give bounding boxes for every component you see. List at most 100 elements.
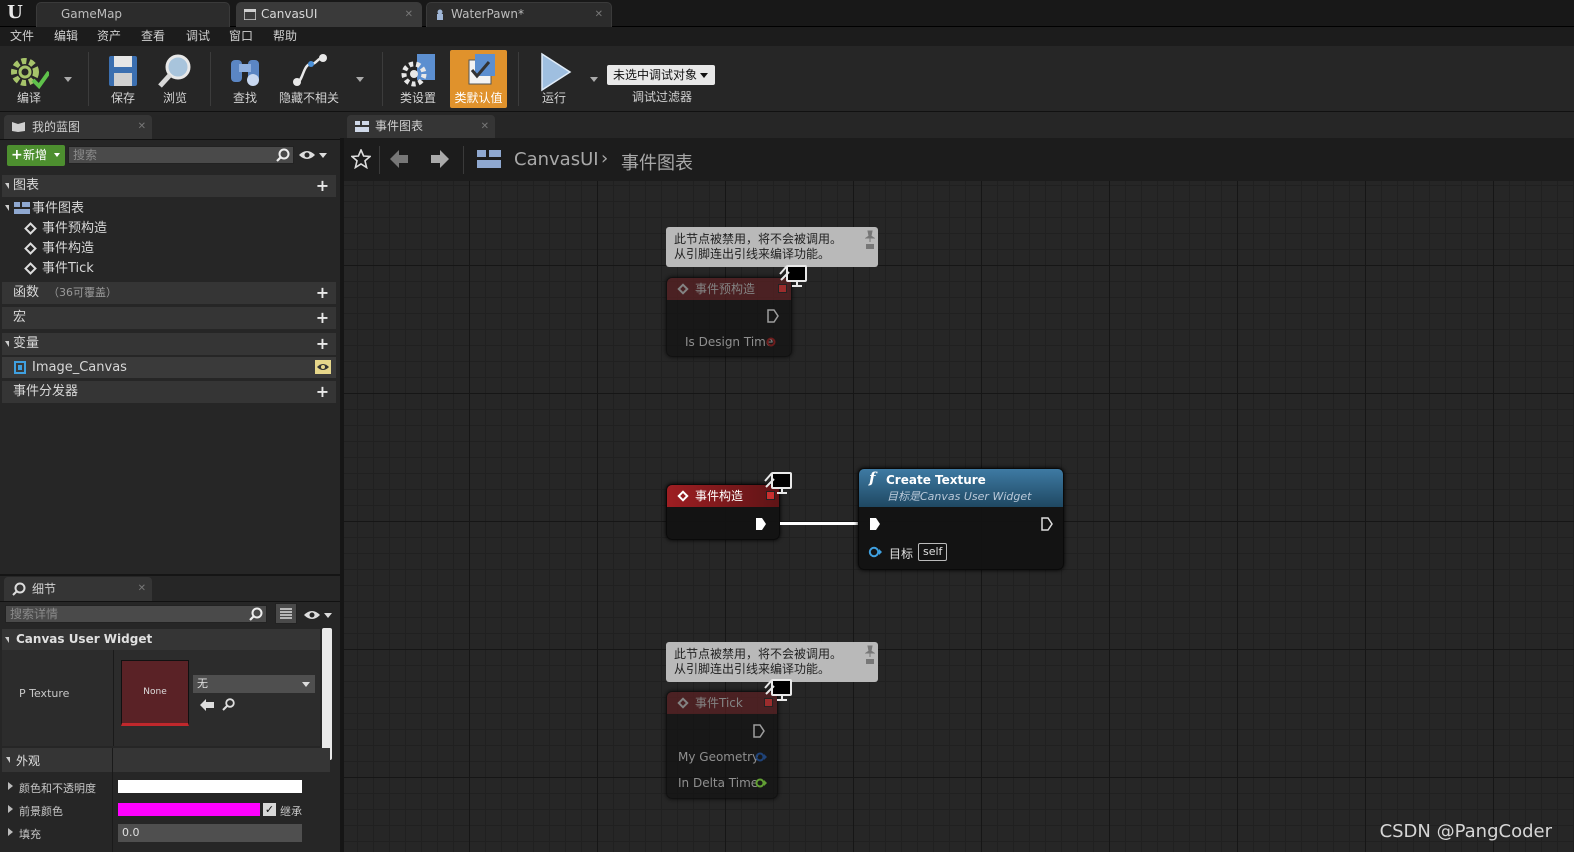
graphs-header-label: 图表 [13,178,40,193]
exec-output-pin-icon[interactable] [753,724,765,738]
menu-debug[interactable]: 调试 [186,28,210,45]
visibility-eye-icon[interactable] [298,149,316,161]
variables-section-header[interactable]: 变量 + [2,333,336,355]
exec-wire[interactable] [780,522,858,525]
texture-thumbnail[interactable]: None [121,660,189,726]
hide-unrelated-dropdown-icon[interactable] [356,77,364,82]
add-dispatcher-plus-icon[interactable]: + [315,384,330,400]
float-output-pin-icon[interactable] [755,778,767,788]
class-settings-button[interactable]: 类设置 [392,50,444,108]
exec-output-pin-icon[interactable] [755,517,767,531]
compile-dropdown-icon[interactable] [64,77,72,82]
pin-comment-icon[interactable] [865,230,875,250]
menu-help[interactable]: 帮助 [273,28,297,45]
exec-output-pin-icon[interactable] [1041,517,1053,531]
color-opacity-swatch[interactable] [118,780,302,793]
event-item-construct[interactable]: 事件构造 [42,240,94,258]
menu-edit[interactable]: 编辑 [54,28,78,45]
appearance-category[interactable]: 外观 [2,748,330,772]
class-defaults-button[interactable]: 类默认值 [450,50,507,108]
property-matrix-button[interactable] [275,603,297,624]
details-scrollbar[interactable] [322,628,332,760]
tab-canvasui[interactable]: CanvasUI ✕ [236,2,422,27]
menu-file[interactable]: 文件 [10,28,34,45]
visibility-eye-icon[interactable] [303,609,321,621]
browse-asset-magnifier-icon[interactable] [222,698,235,711]
unreal-logo-icon[interactable]: U [4,2,26,24]
struct-output-pin-icon[interactable] [755,752,767,762]
menu-asset[interactable]: 资产 [97,28,121,45]
breadcrumb-root[interactable]: CanvasUI [514,149,599,170]
menu-window[interactable]: 窗口 [229,28,253,45]
event-tick-node[interactable]: 事件Tick My Geometry In Delta Time [666,691,778,799]
add-graph-plus-icon[interactable]: + [315,178,330,194]
star-favorite-icon[interactable] [351,149,371,169]
compile-button[interactable]: 编译 [4,50,54,108]
browse-button[interactable]: 浏览 [152,50,198,108]
debug-object-select[interactable]: 未选中调试对象 [607,65,715,85]
run-button[interactable]: 运行 [528,50,580,108]
forward-arrow-icon[interactable] [431,149,449,169]
event-graph-canvas[interactable]: CanvasUI › 事件图表 此节点被禁用，将不会被调用。 从引脚连出引线来编… [344,138,1574,852]
debug-object-value: 未选中调试对象 [613,68,698,82]
object-input-pin-icon[interactable] [868,546,882,558]
macros-section-header[interactable]: 宏 + [2,307,336,329]
add-variable-plus-icon[interactable]: + [315,336,330,352]
visibility-dropdown-icon[interactable] [319,153,327,158]
category-label: Canvas User Widget [16,632,153,646]
bool-output-pin-icon[interactable] [766,337,776,347]
close-icon[interactable]: ✕ [138,115,146,139]
event-graph-item[interactable]: 事件图表 [32,200,84,218]
padding-input[interactable]: 0.0 [118,824,302,842]
exec-input-pin-icon[interactable] [869,517,881,531]
tab-gamemap[interactable]: GameMap [36,2,230,27]
tab-label: 细节 [32,582,57,596]
event-item-tick[interactable]: 事件Tick [42,260,94,278]
run-dropdown-icon[interactable] [590,77,598,82]
compile-label: 编译 [16,91,41,105]
use-selected-arrow-icon[interactable] [200,699,214,711]
tab-label: 事件图表 [375,119,424,133]
inherit-checkbox[interactable]: ✓ [263,803,276,816]
visibility-dropdown-icon[interactable] [324,613,332,618]
color-opacity-label: 颜色和不透明度 [19,782,96,795]
details-search-input[interactable]: 搜索详情 [5,605,267,623]
monitor-network-icon [764,472,792,494]
save-button[interactable]: 保存 [100,50,146,108]
plus-icon: + [11,147,23,163]
public-eye-icon[interactable] [315,360,331,374]
blueprint-search-input[interactable]: 搜索 [68,146,294,164]
variables-header-label: 变量 [13,336,40,351]
back-arrow-icon[interactable] [390,149,408,169]
pin-comment-icon[interactable] [865,645,875,665]
dispatchers-section-header[interactable]: 事件分发器 + [2,381,336,403]
hide-unrelated-button[interactable]: 隐藏不相关 [276,50,342,108]
create-texture-node[interactable]: f Create Texture 目标是Canvas User Widget 目… [858,468,1064,570]
tab-event-graph[interactable]: 事件图表 ✕ [347,115,495,138]
variable-name: Image_Canvas [32,360,127,375]
tab-waterpawn[interactable]: WaterPawn* ✕ [426,2,612,27]
close-icon[interactable]: ✕ [138,577,146,601]
target-self-value[interactable]: self [918,543,948,561]
add-macro-plus-icon[interactable]: + [315,310,330,326]
event-item-preconstruct[interactable]: 事件预构造 [42,220,107,238]
exec-output-pin-icon[interactable] [767,309,779,323]
close-icon[interactable]: ✕ [595,3,603,26]
close-icon[interactable]: ✕ [481,115,489,138]
find-button[interactable]: 查找 [220,50,270,108]
foreground-color-swatch[interactable] [118,803,260,816]
add-function-plus-icon[interactable]: + [315,285,330,301]
texture-asset-select[interactable]: 无 [193,675,315,693]
add-new-button[interactable]: + 新增 [7,145,65,166]
functions-section-header[interactable]: 函数 （36可覆盖） + [2,282,336,304]
event-preconstruct-node[interactable]: 事件预构造 Is Design Time [666,277,792,357]
canvas-user-widget-category[interactable]: Canvas User Widget [2,629,320,650]
menu-view[interactable]: 查看 [141,28,165,45]
variable-row-image-canvas[interactable]: Image_Canvas [2,357,336,378]
node-title: 事件Tick [695,696,743,710]
event-graph-icon [355,121,369,132]
tab-details[interactable]: 细节 ✕ [4,577,152,601]
close-icon[interactable]: ✕ [405,3,413,26]
graphs-section-header[interactable]: 图表 + [2,175,336,197]
tab-my-blueprint[interactable]: 我的蓝图 ✕ [4,115,152,139]
